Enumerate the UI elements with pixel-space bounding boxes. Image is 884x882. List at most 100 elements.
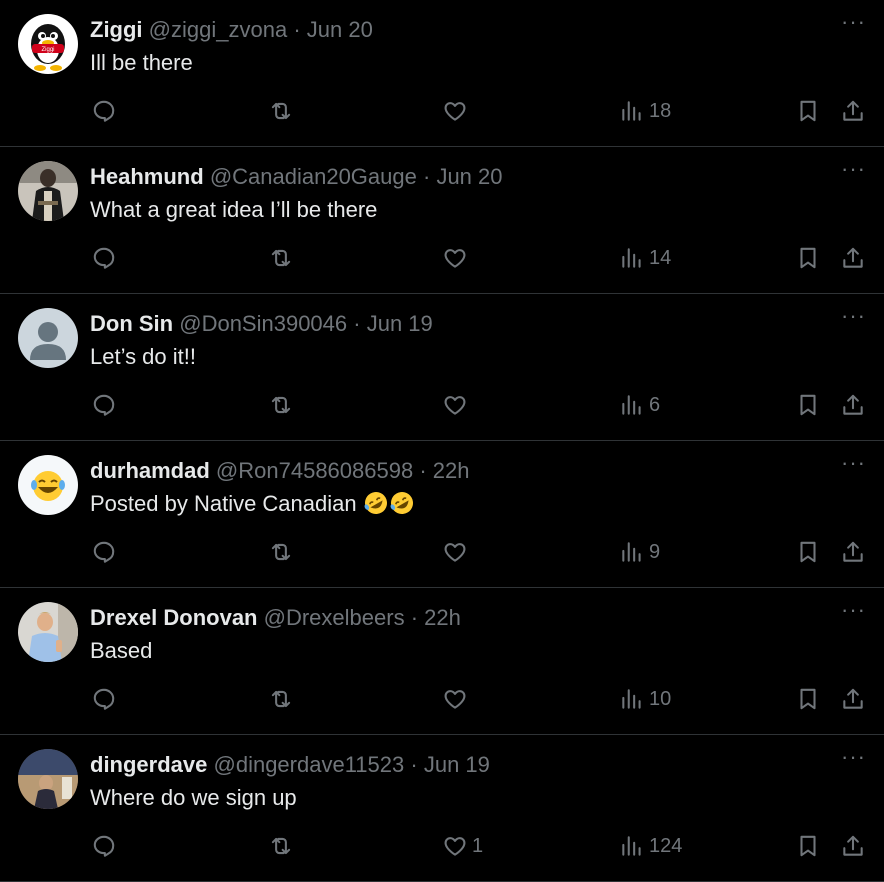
reply-icon (93, 247, 115, 269)
repost-button[interactable] (268, 829, 294, 863)
author-name[interactable]: Drexel Donovan (90, 605, 258, 630)
reply-item[interactable]: Ziggi Ziggi @ziggi_zvona · Jun 20 ··· Il… (0, 0, 884, 147)
soldier-avatar-icon (18, 161, 78, 221)
author-name[interactable]: dingerdave (90, 752, 207, 777)
author-handle[interactable]: @dingerdave11523 (214, 752, 405, 777)
heart-icon (444, 690, 466, 709)
reply-text-container: Posted by Native Canadian (90, 489, 415, 519)
bookmark-button[interactable] (795, 388, 821, 422)
share-button[interactable] (840, 829, 866, 863)
bookmark-button[interactable] (795, 535, 821, 569)
more-options-icon[interactable]: ··· (841, 11, 866, 33)
reply-item[interactable]: durhamdad @Ron74586086598 · 22h ··· Post… (0, 441, 884, 588)
more-options-icon[interactable]: ··· (841, 746, 866, 768)
separator-dot: · (293, 17, 301, 42)
author-name[interactable]: durhamdad (90, 458, 210, 483)
avatar[interactable] (18, 749, 78, 809)
reply-button[interactable] (91, 241, 117, 275)
reply-button[interactable] (91, 388, 117, 422)
timestamp[interactable]: Jun 19 (424, 752, 490, 777)
reply-item[interactable]: dingerdave @dingerdave11523 · Jun 19 ···… (0, 735, 884, 882)
share-button[interactable] (840, 682, 866, 716)
repost-button[interactable] (268, 535, 294, 569)
author-handle[interactable]: @ziggi_zvona (149, 17, 288, 42)
action-bar: 14 (0, 241, 884, 275)
reply-icon (93, 541, 115, 563)
rolling-laughing-emoji-icon (390, 492, 413, 514)
author-name[interactable]: Ziggi (90, 17, 143, 42)
reply-item[interactable]: Heahmund @Canadian20Gauge · Jun 20 ··· W… (0, 147, 884, 294)
reply-header: Drexel Donovan @Drexelbeers · 22h (90, 604, 461, 632)
action-bar: 1 124 (0, 829, 884, 863)
avatar[interactable] (18, 455, 78, 515)
share-icon (843, 541, 863, 562)
reply-button[interactable] (91, 682, 117, 716)
views-button[interactable]: 124 (619, 829, 682, 863)
views-button[interactable]: 9 (619, 535, 660, 569)
bookmark-icon (800, 835, 816, 857)
action-bar: 10 (0, 682, 884, 716)
author-name[interactable]: Heahmund (90, 164, 204, 189)
more-options-icon[interactable]: ··· (841, 599, 866, 621)
repost-button[interactable] (268, 241, 294, 275)
repost-button[interactable] (268, 388, 294, 422)
more-options-icon[interactable]: ··· (841, 305, 866, 327)
share-button[interactable] (840, 94, 866, 128)
views-button[interactable]: 14 (619, 241, 671, 275)
share-button[interactable] (840, 388, 866, 422)
avatar[interactable] (18, 602, 78, 662)
bookmark-button[interactable] (795, 829, 821, 863)
repost-button[interactable] (268, 682, 294, 716)
view-count: 9 (649, 540, 661, 563)
views-button[interactable]: 18 (619, 94, 671, 128)
like-button[interactable] (442, 388, 472, 422)
like-button[interactable] (442, 535, 472, 569)
like-button[interactable] (442, 94, 472, 128)
view-count: 14 (649, 246, 672, 269)
timestamp[interactable]: Jun 20 (436, 164, 502, 189)
like-button[interactable] (442, 241, 472, 275)
heart-icon (444, 102, 466, 121)
author-handle[interactable]: @Ron74586086598 (216, 458, 413, 483)
views-button[interactable]: 6 (619, 388, 660, 422)
share-icon (843, 688, 863, 709)
avatar[interactable]: Ziggi (18, 14, 78, 74)
penguin-avatar-icon: Ziggi (18, 14, 78, 74)
bookmark-button[interactable] (795, 94, 821, 128)
more-options-icon[interactable]: ··· (841, 158, 866, 180)
author-name[interactable]: Don Sin (90, 311, 173, 336)
separator-dot: · (419, 458, 427, 483)
author-handle[interactable]: @Drexelbeers (264, 605, 405, 630)
more-options-icon[interactable]: ··· (841, 452, 866, 474)
like-button[interactable]: 1 (442, 829, 483, 863)
views-icon (622, 689, 641, 709)
bookmark-button[interactable] (795, 682, 821, 716)
reply-icon (93, 100, 115, 122)
repost-icon (271, 690, 291, 708)
like-button[interactable] (442, 682, 472, 716)
bookmark-button[interactable] (795, 241, 821, 275)
timestamp[interactable]: Jun 20 (307, 17, 373, 42)
heart-icon (444, 543, 466, 562)
author-handle[interactable]: @Canadian20Gauge (210, 164, 417, 189)
repost-button[interactable] (268, 94, 294, 128)
share-button[interactable] (840, 535, 866, 569)
author-handle[interactable]: @DonSin390046 (179, 311, 347, 336)
timestamp[interactable]: 22h (433, 458, 470, 483)
reply-button[interactable] (91, 535, 117, 569)
avatar[interactable] (18, 308, 78, 368)
reply-button[interactable] (91, 94, 117, 128)
reply-text: Posted by Native Canadian (90, 491, 357, 516)
share-button[interactable] (840, 241, 866, 275)
reply-icon (93, 688, 115, 710)
views-button[interactable]: 10 (619, 682, 671, 716)
reply-text: Ill be there (90, 50, 193, 75)
timestamp[interactable]: 22h (424, 605, 461, 630)
action-bar: 6 (0, 388, 884, 422)
avatar[interactable] (18, 161, 78, 221)
reply-item[interactable]: Don Sin @DonSin390046 · Jun 19 ··· Let’s… (0, 294, 884, 441)
timestamp[interactable]: Jun 19 (367, 311, 433, 336)
reply-text: Let’s do it!! (90, 344, 196, 369)
reply-item[interactable]: Drexel Donovan @Drexelbeers · 22h ··· Ba… (0, 588, 884, 735)
reply-button[interactable] (91, 829, 117, 863)
